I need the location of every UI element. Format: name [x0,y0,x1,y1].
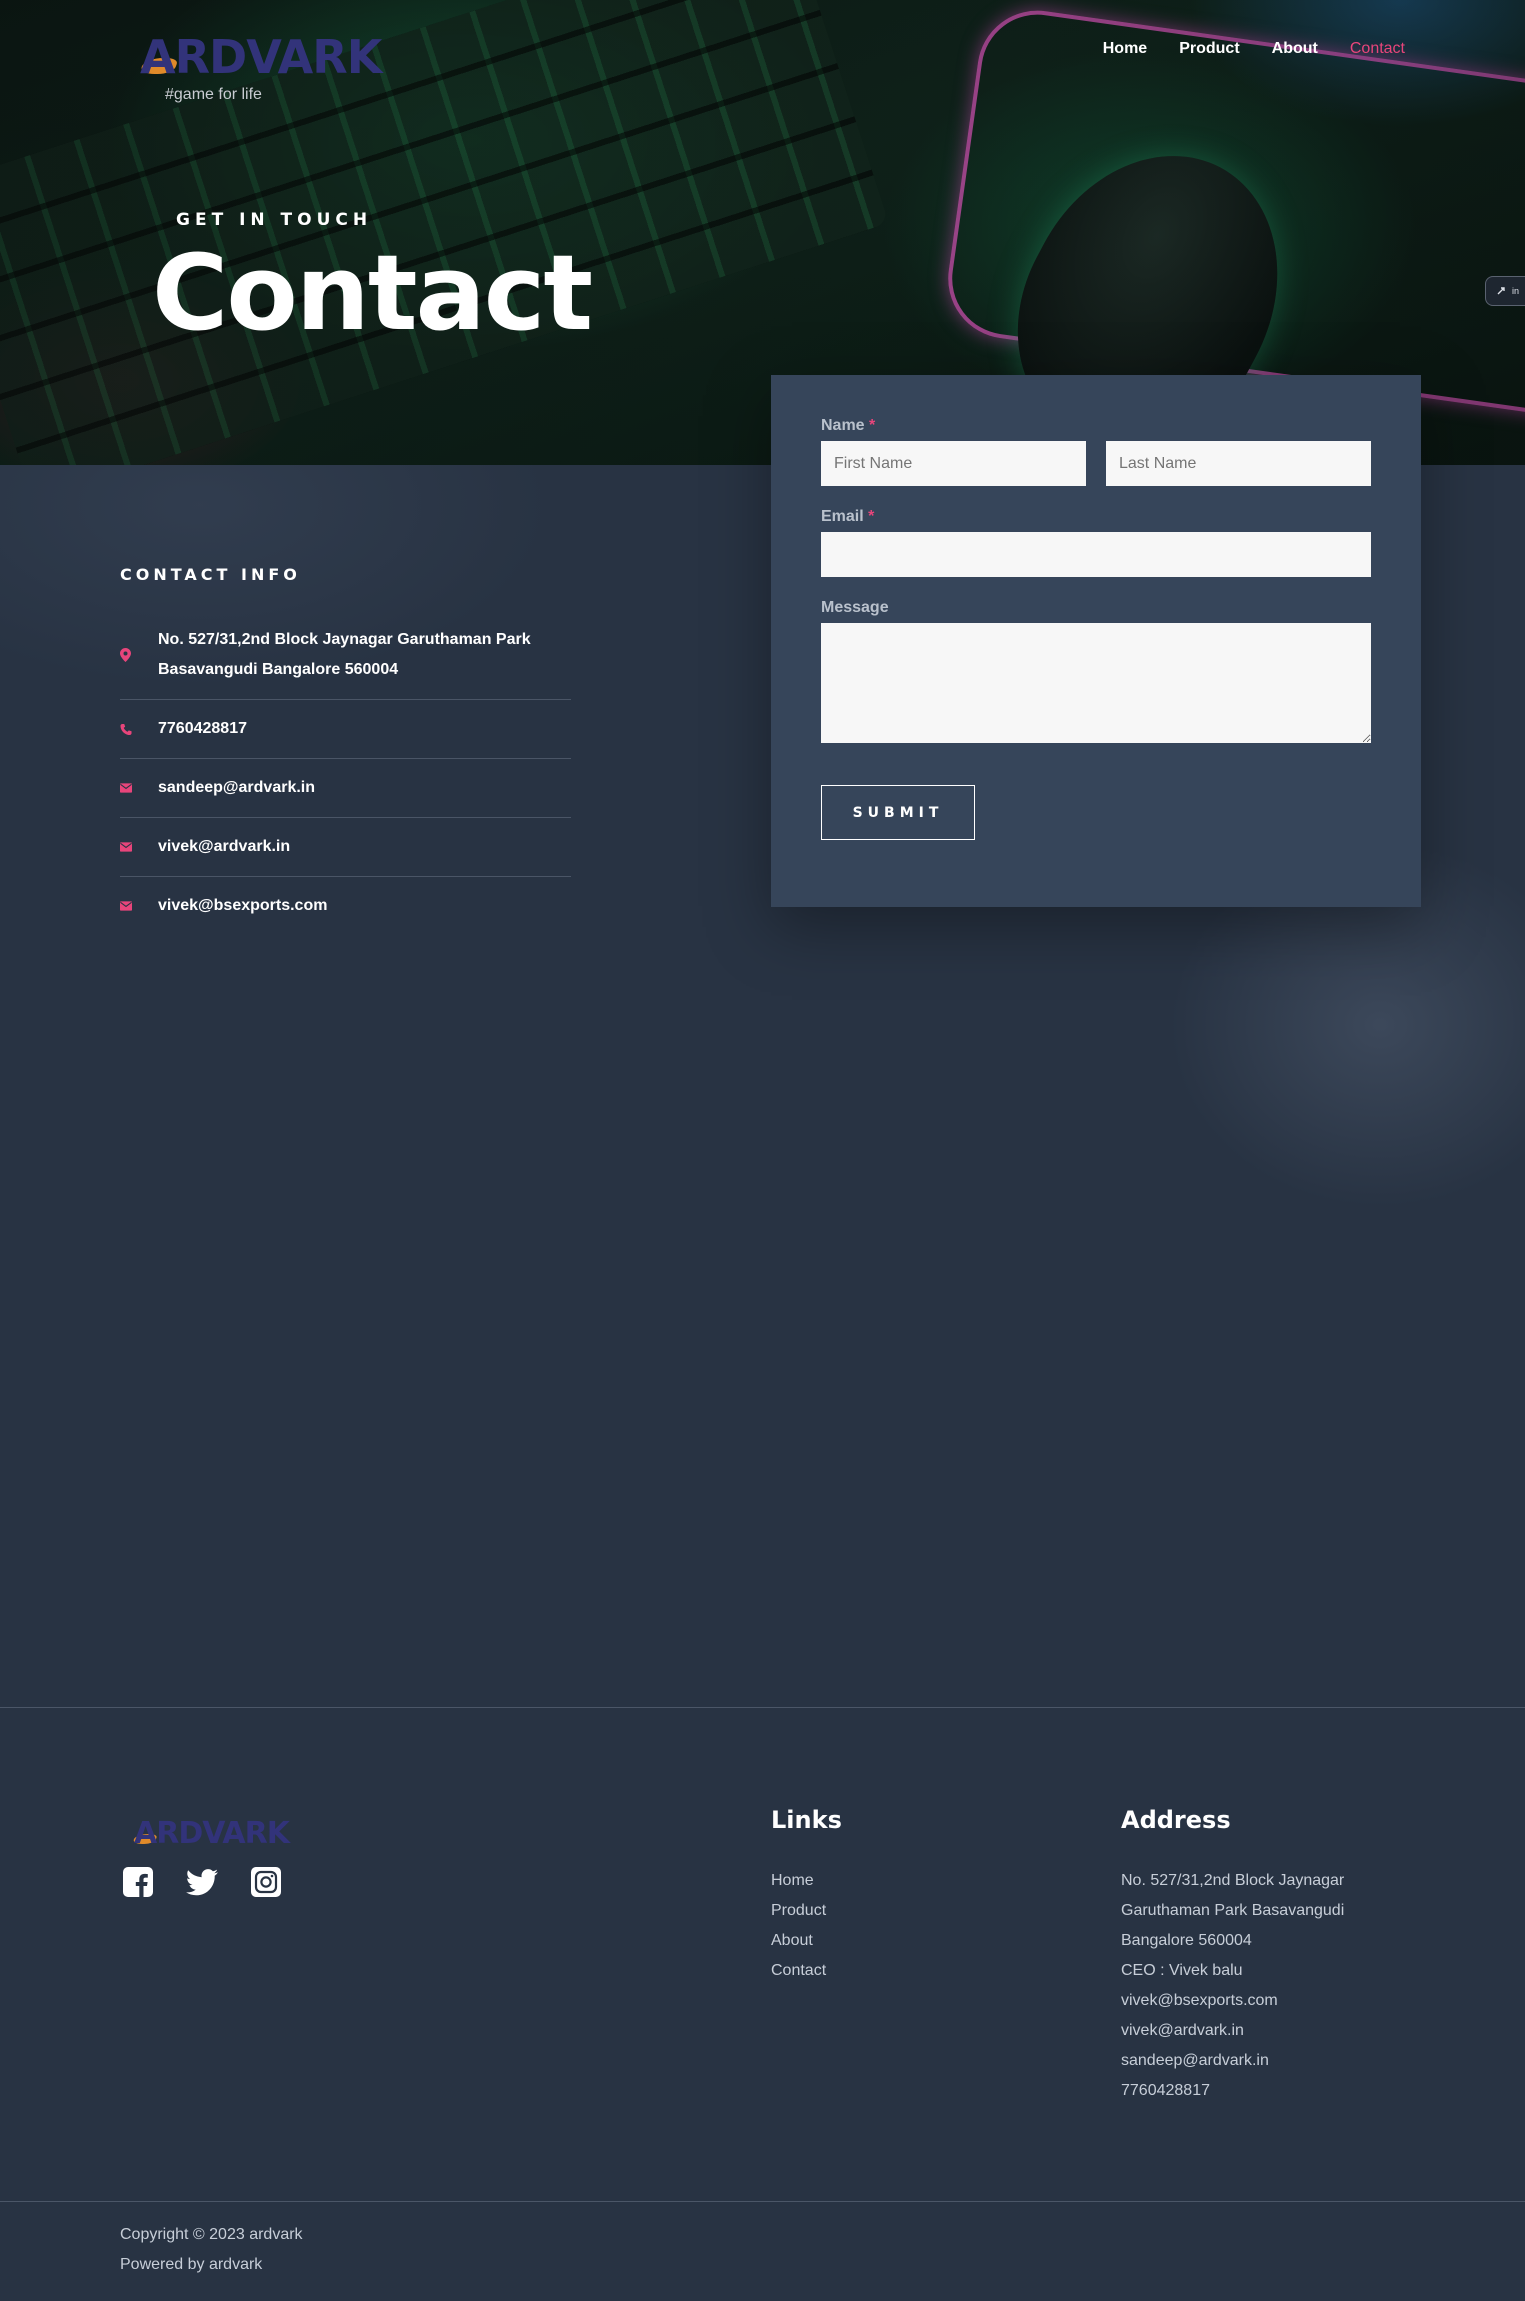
first-name-input[interactable] [821,441,1086,486]
footer-phone-line[interactable]: 7760428817 [1121,2076,1411,2106]
contact-email-text: vivek@bsexports.com [158,897,328,914]
contact-email-item[interactable]: vivek@ardvark.in [120,818,571,877]
footer-address: No. 527/31,2nd Block Jaynagar Garuthaman… [1121,1866,1411,2106]
contact-email-item[interactable]: vivek@bsexports.com [120,877,571,935]
contact-info-heading: CONTACT INFO [120,565,301,584]
twitter-icon [186,1868,218,1895]
contact-form: Name * Email * Message SUBMIT [771,375,1421,907]
footer-links-title: Links [771,1806,842,1834]
footer-ceo-line: CEO : Vivek balu [1121,1962,1243,1979]
email-label: Email * [821,508,1371,526]
map-pin-icon [120,625,132,685]
facebook-link[interactable] [122,1866,154,1898]
copyright-block: Copyright © 2023 ardvark Powered by ardv… [120,2220,303,2280]
submit-button[interactable]: SUBMIT [821,785,975,840]
footer-address-title: Address [1121,1806,1231,1834]
footer-link-contact[interactable]: Contact [771,1956,826,1986]
message-label: Message [821,599,889,616]
facebook-icon [123,1867,153,1897]
contact-info-list: No. 527/31,2nd Block Jaynagar Garuthaman… [120,625,571,935]
footer-email-line[interactable]: vivek@ardvark.in [1121,2016,1411,2046]
social-links [122,1866,282,1898]
footer-link-product[interactable]: Product [771,1896,826,1926]
powered-by-text: Powered by ardvark [120,2256,263,2273]
link-icon [1497,287,1505,295]
name-label: Name * [821,417,1371,435]
contact-phone-text: 7760428817 [158,720,247,737]
phone-icon [120,714,132,744]
contact-email-text: sandeep@ardvark.in [158,779,315,796]
side-widget-label: in [1512,286,1520,296]
footer-email-line[interactable]: vivek@bsexports.com [1121,1986,1411,2016]
contact-email-text: vivek@ardvark.in [158,838,291,855]
envelope-icon [120,832,132,862]
nav-about-link[interactable]: About [1272,40,1318,58]
nav-contact-link[interactable]: Contact [1350,40,1405,58]
main-nav: Home Product About Contact [1103,40,1405,58]
page-title: Contact [152,232,593,354]
contact-address-item: No. 527/31,2nd Block Jaynagar Garuthaman… [120,625,571,700]
last-name-input[interactable] [1106,441,1371,486]
instagram-icon [251,1867,281,1897]
footer-address-line: Bangalore 560004 [1121,1932,1252,1949]
email-label-text: Email [821,508,864,525]
footer-links: Home Product About Contact [771,1866,826,1986]
name-field-group: Name * [821,417,1371,486]
footer-email-line[interactable]: sandeep@ardvark.in [1121,2046,1411,2076]
site-tagline: #game for life [165,86,262,103]
email-input[interactable] [821,532,1371,577]
footer-link-about[interactable]: About [771,1926,826,1956]
contact-email-item[interactable]: sandeep@ardvark.in [120,759,571,818]
copyright-text: Copyright © 2023 ardvark [120,2226,303,2243]
envelope-icon [120,891,132,921]
nav-product-link[interactable]: Product [1179,40,1239,58]
required-mark: * [869,417,876,434]
footer-divider [0,1707,1525,1708]
footer-address-line: No. 527/31,2nd Block Jaynagar [1121,1872,1345,1889]
contact-phone-item[interactable]: 7760428817 [120,700,571,759]
side-widget-button[interactable]: in [1485,276,1525,306]
email-field-group: Email * [821,508,1371,577]
nav-home-link[interactable]: Home [1103,40,1147,58]
message-textarea[interactable] [821,623,1371,743]
hero-eyebrow: GET IN TOUCH [176,210,373,230]
envelope-icon [120,773,132,803]
footer-bottom-divider [0,2201,1525,2202]
site-logo[interactable]: ARDVARK [140,30,382,84]
contact-address-text: No. 527/31,2nd Block Jaynagar Garuthaman… [158,625,531,685]
instagram-link[interactable] [250,1866,282,1898]
required-mark: * [868,508,875,525]
footer-logo[interactable]: ARDVARK [134,1816,290,1851]
footer-link-home[interactable]: Home [771,1866,826,1896]
message-field-group: Message [821,599,1371,743]
contact-address-line: Basavangudi Bangalore 560004 [158,661,399,678]
footer-address-line: Garuthaman Park Basavangudi [1121,1902,1345,1919]
name-label-text: Name [821,417,865,434]
contact-address-line: No. 527/31,2nd Block Jaynagar Garuthaman… [158,631,531,648]
twitter-link[interactable] [186,1866,218,1898]
